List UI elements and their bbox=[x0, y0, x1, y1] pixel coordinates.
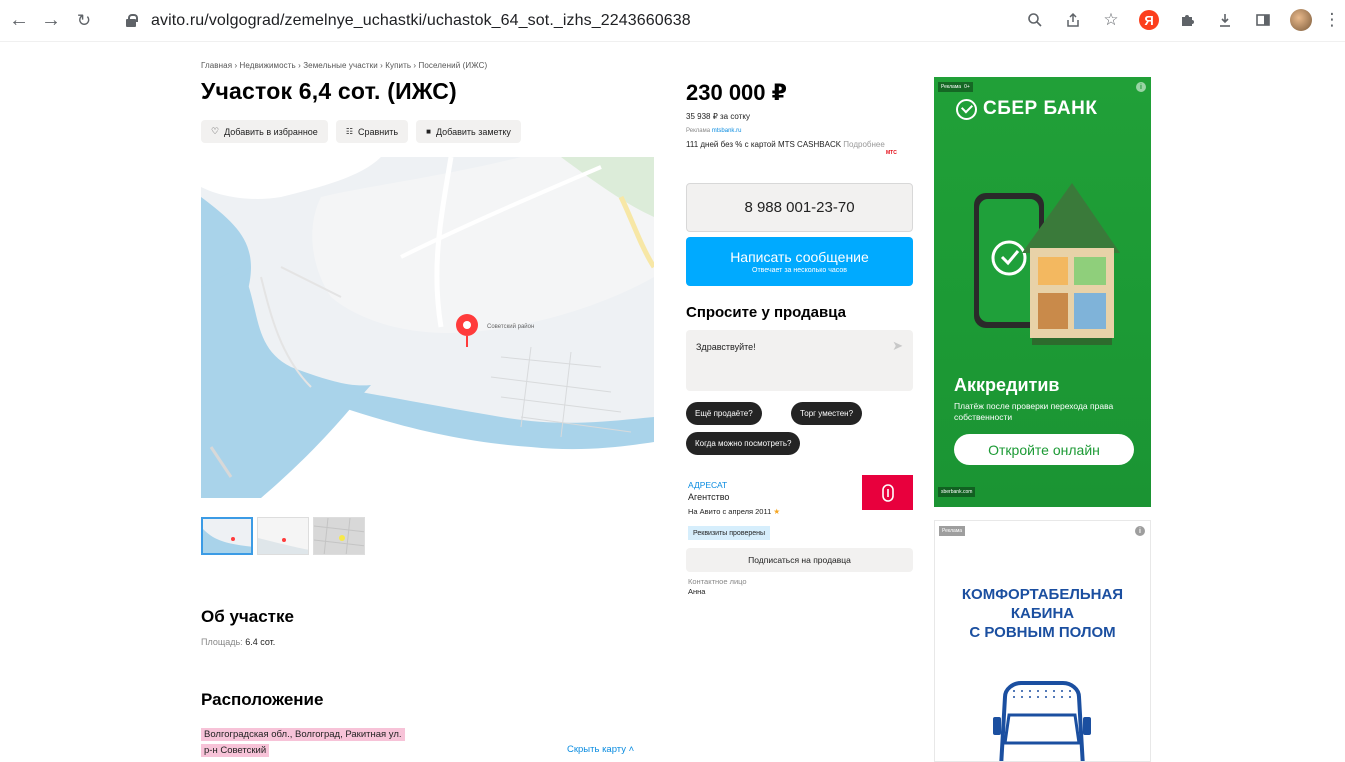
area-line: Площадь: 6.4 сот. bbox=[201, 637, 275, 647]
lock-icon[interactable] bbox=[125, 14, 139, 28]
quick-question-chip[interactable]: Когда можно посмотреть? bbox=[686, 432, 801, 455]
extensions-puzzle-icon[interactable] bbox=[1175, 8, 1199, 32]
share-icon[interactable] bbox=[1061, 8, 1085, 32]
ad-info-icon[interactable]: i bbox=[1135, 526, 1145, 536]
compare-label: Сравнить bbox=[357, 126, 399, 137]
write-message-button[interactable]: Написать сообщение Отвечает за несколько… bbox=[686, 237, 913, 286]
contact-label: Контактное лицо bbox=[688, 577, 747, 586]
open-online-button[interactable]: Откройте онлайн bbox=[954, 434, 1134, 465]
forward-icon[interactable]: → bbox=[40, 9, 62, 31]
ad-domain: sberbank.com bbox=[938, 487, 976, 497]
sber-logo: СБЕР БАНК bbox=[956, 98, 1097, 120]
quick-question-chip[interactable]: Торг уместен? bbox=[791, 402, 863, 425]
medal-icon: ★ bbox=[773, 507, 781, 516]
sber-ad-banner[interactable]: Реклама 0+ i СБЕР БАНК Аккредитив Платёж… bbox=[934, 77, 1151, 507]
browser-toolbar: ← → ↻ avito.ru/volgograd/zemelnye_uchast… bbox=[0, 0, 1345, 42]
ad-subtext: Платёж после проверки перехода права соб… bbox=[954, 401, 1114, 422]
page-title: Участок 6,4 сот. (ИЖС) bbox=[201, 78, 457, 104]
reload-icon[interactable]: ↻ bbox=[73, 9, 95, 31]
truck-cabin-icon bbox=[993, 681, 1091, 761]
kebab-menu-icon[interactable]: ⋮ bbox=[1324, 8, 1341, 32]
ad-tag: Реклама 0+ bbox=[938, 82, 973, 92]
address-line-1: Волгоградская обл., Волгоград, Ракитная … bbox=[201, 728, 405, 741]
quick-question-chip[interactable]: Ещё продаёте? bbox=[686, 402, 762, 425]
breadcrumb[interactable]: Главная › Недвижимость › Земельные участ… bbox=[201, 61, 487, 70]
subscribe-seller-button[interactable]: Подписаться на продавца bbox=[686, 548, 913, 572]
bookmark-star-icon[interactable]: ☆ bbox=[1099, 8, 1123, 32]
response-time: Отвечает за несколько часов bbox=[752, 267, 847, 274]
address-bar[interactable]: avito.ru/volgograd/zemelnye_uchastki/uch… bbox=[117, 6, 917, 36]
phone-house-illustration bbox=[974, 183, 1120, 345]
about-heading: Об участке bbox=[201, 607, 294, 626]
promo-text[interactable]: 111 дней без % с картой MTS CASHBACK Под… bbox=[686, 140, 886, 150]
heart-icon: ♡ bbox=[211, 126, 220, 136]
map-district-label: Советский район bbox=[487, 323, 534, 330]
profile-avatar[interactable] bbox=[1289, 8, 1313, 32]
sber-check-icon bbox=[956, 98, 977, 120]
map-thumbnail[interactable] bbox=[201, 517, 253, 555]
listing-actions: ♡ Добавить в избранное ☷ Сравнить ■ Доба… bbox=[201, 120, 521, 143]
promo-more-link[interactable]: Подробнее bbox=[843, 140, 885, 149]
ad-headline: КОМФОРТАБЕЛЬНАЯ КАБИНА С РОВНЫМ ПОЛОМ bbox=[961, 586, 1124, 641]
promo-domain[interactable]: mtsbank.ru bbox=[712, 128, 742, 134]
back-icon[interactable]: ← bbox=[8, 9, 30, 31]
map-thumbnail[interactable] bbox=[313, 517, 365, 555]
ad-heading: Аккредитив bbox=[954, 375, 1060, 395]
hide-map-link[interactable]: Скрыть карту ˄ bbox=[567, 744, 634, 755]
map-thumbnails bbox=[201, 517, 365, 555]
location-heading: Расположение bbox=[201, 690, 324, 709]
add-favorite-label: Добавить в избранное bbox=[224, 126, 318, 137]
area-value: 6.4 сот. bbox=[245, 637, 276, 647]
seller-name-link[interactable]: АДРЕСАТ bbox=[688, 480, 727, 490]
add-note-button[interactable]: ■ Добавить заметку bbox=[416, 120, 521, 143]
add-note-label: Добавить заметку bbox=[435, 126, 511, 137]
note-icon: ■ bbox=[426, 127, 431, 136]
ad-tag: Реклама bbox=[939, 526, 966, 536]
price-per-sotka: 35 938 ₽ за сотку bbox=[686, 112, 750, 121]
show-phone-button[interactable]: 8 988 001-23-70 bbox=[686, 183, 913, 232]
price: 230 000 ₽ bbox=[686, 80, 787, 105]
area-label: Площадь: bbox=[201, 637, 243, 647]
yandex-logo-icon: Я bbox=[1139, 10, 1159, 30]
mts-logo: МТС bbox=[886, 150, 897, 156]
seller-logo[interactable] bbox=[862, 475, 913, 510]
ask-seller-text[interactable]: Здравствуйте! bbox=[696, 342, 756, 352]
verified-badge: Реквизиты проверены bbox=[688, 526, 771, 540]
map-thumbnail[interactable] bbox=[257, 517, 309, 555]
promo-tag: Реклама mtsbank.ru bbox=[686, 128, 742, 134]
address-line-2: р-н Советский bbox=[201, 744, 270, 757]
zoom-icon[interactable] bbox=[1023, 8, 1047, 32]
contact-name: Анна bbox=[688, 587, 706, 596]
send-icon[interactable]: ➤ bbox=[892, 338, 903, 354]
yandex-extension-icon[interactable]: Я bbox=[1137, 8, 1161, 32]
compare-icon: ☷ bbox=[345, 127, 353, 136]
seller-since: На Авито с апреля 2011 ★ bbox=[688, 507, 781, 516]
listing-map[interactable]: Советский район bbox=[201, 157, 654, 498]
ask-seller-heading: Спросите у продавца bbox=[686, 304, 846, 321]
truck-ad-banner[interactable]: Реклама i КОМФОРТАБЕЛЬНАЯ КАБИНА С РОВНЫ… bbox=[934, 520, 1151, 762]
url-text[interactable]: avito.ru/volgograd/zemelnye_uchastki/uch… bbox=[151, 12, 691, 30]
seller-type: Агентство bbox=[688, 492, 730, 502]
side-panel-icon[interactable] bbox=[1251, 8, 1275, 32]
ad-info-icon[interactable]: i bbox=[1136, 82, 1146, 92]
address: Волгоградская обл., Волгоград, Ракитная … bbox=[201, 727, 405, 759]
add-favorite-button[interactable]: ♡ Добавить в избранное bbox=[201, 120, 328, 143]
compare-button[interactable]: ☷ Сравнить bbox=[335, 120, 409, 143]
write-message-label: Написать сообщение bbox=[730, 249, 869, 265]
download-icon[interactable] bbox=[1213, 8, 1237, 32]
ask-seller-input[interactable]: Здравствуйте! ➤ bbox=[686, 330, 913, 391]
